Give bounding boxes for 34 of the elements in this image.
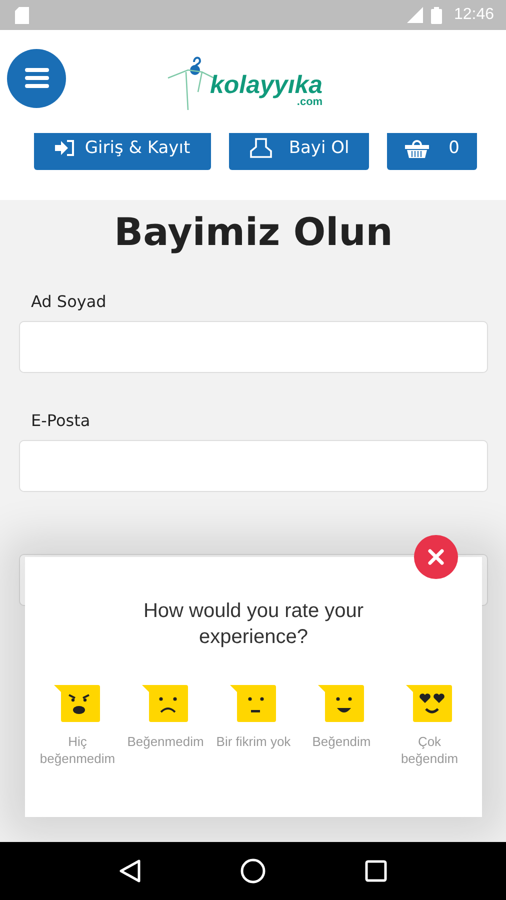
rating-question: How would you rate your experience? [142, 599, 365, 650]
recents-icon[interactable] [364, 860, 387, 882]
neutral-face-icon [230, 685, 278, 723]
sd-card-icon [15, 6, 29, 24]
field-label: Ad Soyad [31, 292, 108, 311]
rating-option[interactable]: Beğendim [298, 685, 386, 767]
field-label: E-Posta [31, 411, 92, 430]
rating-option[interactable]: Hiç beğenmedim [34, 685, 122, 767]
login-button[interactable]: Giriş & Kayıt [34, 133, 211, 170]
input-field[interactable] [19, 321, 488, 373]
menu-icon [24, 68, 48, 88]
happy-face-icon [318, 685, 366, 723]
home-icon[interactable] [240, 858, 266, 884]
close-button[interactable] [414, 535, 458, 579]
cart-button[interactable]: 0 [387, 133, 477, 170]
signal-icon [404, 7, 423, 23]
person-icon [248, 138, 273, 158]
input-field[interactable] [19, 440, 488, 492]
rating-option[interactable]: Bir fikrim yok [210, 685, 298, 767]
clock: 12:46 [454, 6, 494, 24]
angry-face-icon [54, 685, 102, 723]
sign-in-icon [54, 140, 75, 156]
rating-option[interactable]: Çok beğendim [386, 685, 474, 767]
dealer-button[interactable]: Bayi Ol [229, 133, 369, 170]
page-title: Bayimiz Olun [113, 210, 394, 254]
love-face-icon [406, 685, 454, 723]
logo-suffix: .com [296, 97, 323, 108]
logo-text: kolayyıka [210, 73, 323, 97]
sad-face-icon [142, 685, 190, 723]
basket-icon [404, 138, 429, 158]
rating-option[interactable]: Beğenmedim [122, 685, 210, 767]
close-icon [428, 549, 444, 565]
back-icon[interactable] [119, 859, 142, 883]
battery-icon [430, 6, 442, 24]
